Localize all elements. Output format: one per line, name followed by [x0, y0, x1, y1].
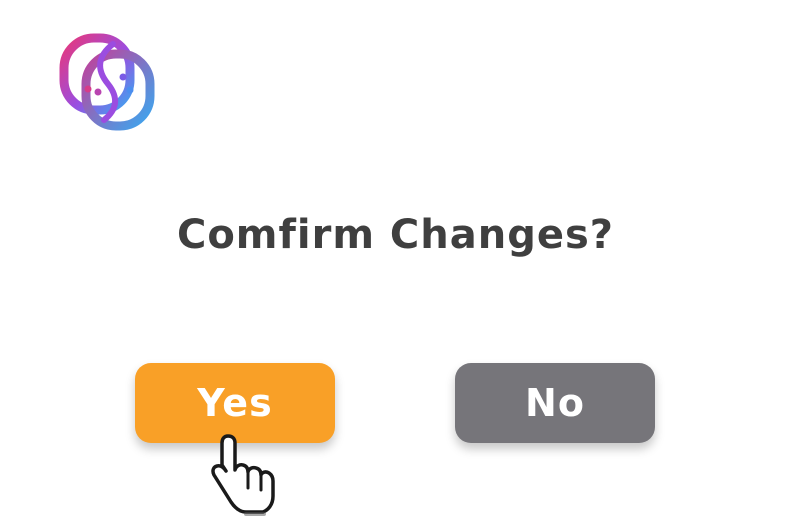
no-button-label: No: [525, 381, 585, 425]
no-button[interactable]: No: [455, 363, 655, 443]
yes-button-label: Yes: [197, 381, 273, 425]
app-logo-icon: [58, 32, 158, 132]
confirm-changes-title: Comfirm Changes?: [176, 212, 615, 258]
hand-pointer-icon: [200, 430, 290, 520]
